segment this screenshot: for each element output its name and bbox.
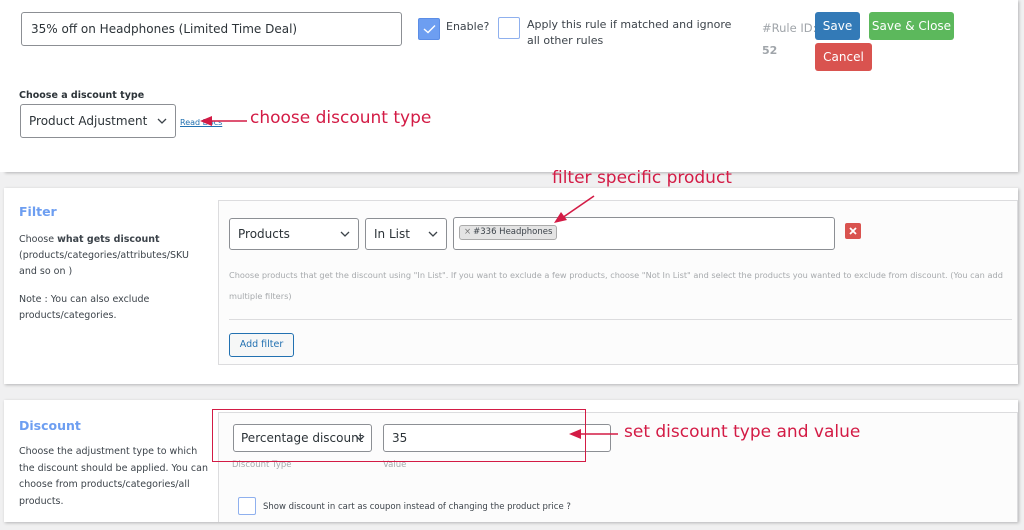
show-as-coupon-checkbox[interactable] xyxy=(238,497,256,515)
filter-panel: Products In List × #336 Headphones Choose… xyxy=(218,200,1018,365)
ignore-other-rules-checkbox[interactable] xyxy=(498,17,520,39)
discount-type-selected: Product Adjustment xyxy=(29,114,148,128)
filter-type-selected: Products xyxy=(238,227,290,241)
show-as-coupon-label: Show discount in cart as coupon instead … xyxy=(263,502,571,512)
filter-description: Choose what gets discount (products/cate… xyxy=(19,232,209,280)
filter-desc-prefix: Choose xyxy=(19,234,58,245)
annotation-set-discount: set discount type and value xyxy=(624,422,861,442)
discount-description: Choose the adjustment type to which the … xyxy=(19,446,208,507)
tag-remove-icon[interactable]: × xyxy=(464,227,471,237)
filter-desc-bold: what gets discount xyxy=(57,234,160,245)
rule-title-input[interactable]: 35% off on Headphones (Limited Time Deal… xyxy=(21,12,402,46)
annotation-choose-type: choose discount type xyxy=(250,108,432,128)
enable-label: Enable? xyxy=(446,20,490,33)
ignore-other-rules-label: Apply this rule if matched and ignore al… xyxy=(527,18,732,47)
rule-id-label: #Rule ID: xyxy=(762,21,817,35)
filter-method-select[interactable]: In List xyxy=(365,218,447,250)
chevron-down-icon xyxy=(428,231,438,237)
rule-id-value: 52 xyxy=(762,44,778,57)
filter-card: Filter Choose what gets discount (produc… xyxy=(4,188,1018,384)
filter-type-select[interactable]: Products xyxy=(229,218,359,250)
enable-checkbox[interactable] xyxy=(418,18,440,40)
divider xyxy=(229,319,1012,320)
filter-note: Note : You can also exclude products/cat… xyxy=(19,294,150,321)
remove-filter-button[interactable] xyxy=(845,223,861,239)
save-close-button[interactable]: Save & Close xyxy=(869,12,954,40)
rule-header-card: 35% off on Headphones (Limited Time Deal… xyxy=(0,0,1018,172)
product-tag: × #336 Headphones xyxy=(459,225,558,240)
filter-help-text: Choose products that get the discount us… xyxy=(229,270,1003,301)
discount-type-select[interactable]: Product Adjustment xyxy=(20,104,176,138)
save-button[interactable]: Save xyxy=(815,12,860,40)
discount-type-label: Choose a discount type xyxy=(19,90,145,101)
discount-section-title: Discount xyxy=(19,418,81,433)
checkmark-icon xyxy=(423,25,436,34)
filter-method-selected: In List xyxy=(374,227,410,241)
cancel-button[interactable]: Cancel xyxy=(815,43,872,71)
filter-desc-suffix: (products/categories/attributes/SKU and … xyxy=(19,250,189,277)
annotation-highlight-box xyxy=(212,409,586,462)
add-filter-button[interactable]: Add filter xyxy=(229,333,294,357)
chevron-down-icon xyxy=(340,231,350,237)
close-icon xyxy=(849,227,857,235)
chevron-down-icon xyxy=(157,118,167,124)
filter-section-title: Filter xyxy=(19,204,57,219)
read-docs-link[interactable]: Read Docs xyxy=(180,118,222,127)
annotation-filter-product: filter specific product xyxy=(552,168,732,188)
product-search-input[interactable]: × #336 Headphones xyxy=(453,217,835,250)
tag-label: #336 Headphones xyxy=(473,227,553,237)
